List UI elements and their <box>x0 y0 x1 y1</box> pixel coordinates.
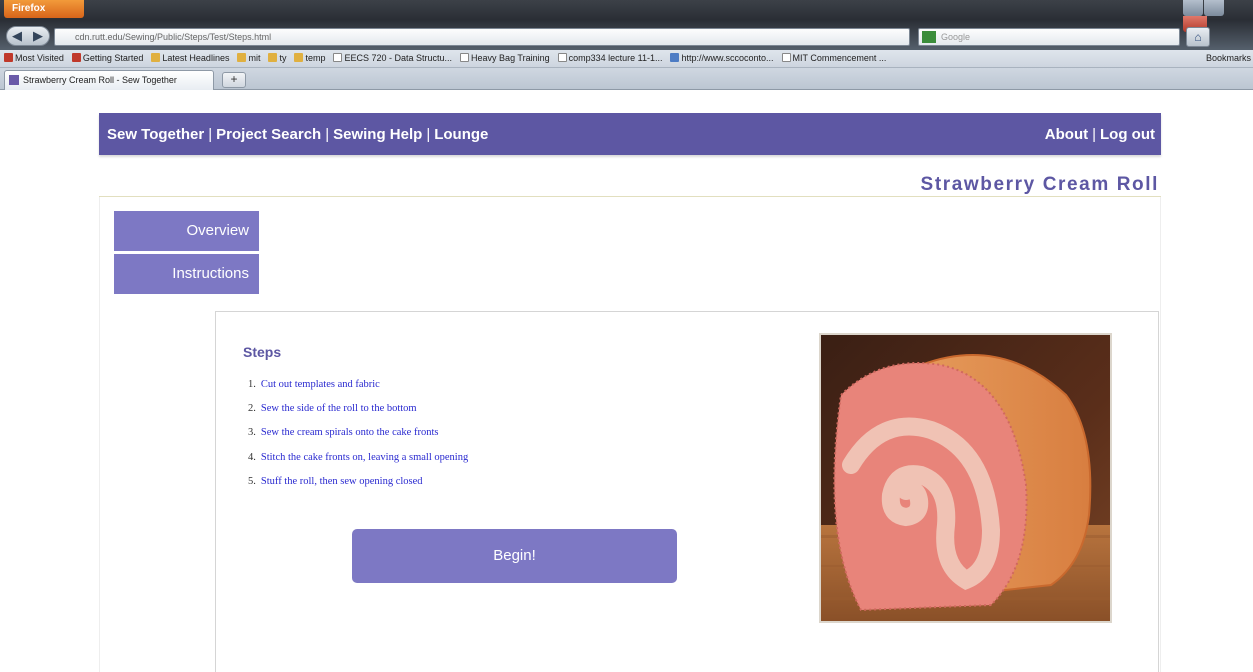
steps-list: 1. Cut out templates and fabric 2. Sew the … <box>248 379 468 500</box>
site-nav-bar: Sew Together | Project Search | Sewing Help |… <box>99 113 1161 155</box>
bookmark-label: Latest Headlines <box>162 53 230 63</box>
step-number: 3. <box>248 427 256 439</box>
bookmark-item[interactable]: Latest Headlines <box>147 50 233 63</box>
bookmarks-menu-button[interactable]: Bookmarks <box>1206 53 1251 63</box>
nav-link-sewing-help[interactable]: Sewing Help <box>333 126 422 143</box>
nav-separator: | <box>325 126 330 143</box>
step-text[interactable]: Stuff the roll, then sew opening closed <box>261 476 423 487</box>
minimize-button[interactable] <box>1183 0 1203 16</box>
step-item: 5. Stuff the roll, then sew opening close… <box>248 476 468 500</box>
project-title: Strawberry Cream Roll <box>920 174 1159 195</box>
bookmark-label: MIT Commencement ... <box>792 53 887 63</box>
bookmarks-toolbar: Most Visited Getting Started Latest Headli… <box>0 50 1253 68</box>
nav-link-project-search[interactable]: Project Search <box>216 126 321 143</box>
nav-link-lounge[interactable]: Lounge <box>434 126 488 143</box>
step-number: 2. <box>248 403 256 415</box>
bookmark-icon <box>4 53 13 62</box>
bookmark-icon <box>71 53 81 62</box>
step-number: 4. <box>248 451 256 463</box>
bookmark-item[interactable]: temp <box>290 50 329 63</box>
step-item: 1. Cut out templates and fabric <box>248 379 468 403</box>
globe-icon <box>670 53 680 62</box>
bookmark-item[interactable]: comp334 lecture 11-1... <box>554 50 667 63</box>
nav-separator: | <box>208 126 213 143</box>
step-number: 5. <box>248 475 256 487</box>
forward-arrow-icon[interactable]: ▶ <box>33 28 43 44</box>
address-url: cdn.rutt.edu/Sewing/Public/Steps/Test/St… <box>75 32 272 42</box>
begin-button[interactable]: Begin! <box>352 529 677 583</box>
search-bar[interactable]: Google <box>918 28 1180 46</box>
project-photo <box>819 333 1112 623</box>
bookmark-item[interactable]: Most Visited <box>0 50 68 63</box>
home-button[interactable]: ⌂ <box>1186 27 1210 47</box>
bookmark-item[interactable]: http://www.sccoconto... <box>666 50 777 63</box>
folder-icon <box>268 53 278 62</box>
bookmark-label: Getting Started <box>82 53 144 63</box>
nav-separator: | <box>1092 126 1097 143</box>
folder-icon <box>294 53 304 62</box>
step-text[interactable]: Sew the side of the roll to the bottom <box>261 403 417 414</box>
bookmark-label: Heavy Bag Training <box>471 53 550 63</box>
bookmark-item[interactable]: MIT Commencement ... <box>778 50 891 63</box>
firefox-menu-button[interactable]: Firefox <box>4 0 84 18</box>
tab-instructions[interactable]: Instructions <box>114 254 259 294</box>
folder-icon <box>237 53 247 62</box>
nav-separator: | <box>426 126 431 143</box>
back-arrow-icon[interactable]: ◀ <box>12 28 22 44</box>
bookmark-item[interactable]: ty <box>264 50 290 63</box>
page-icon <box>333 53 343 62</box>
page-icon <box>557 53 567 62</box>
bookmark-label: comp334 lecture 11-1... <box>568 53 663 63</box>
home-icon: ⌂ <box>1194 30 1202 44</box>
bookmark-label: http://www.sccoconto... <box>681 53 774 63</box>
step-item: 4. Stitch the cake fronts on, leaving a s… <box>248 452 468 476</box>
step-number: 1. <box>248 379 256 390</box>
steps-heading: Steps <box>243 344 282 360</box>
bookmark-item[interactable]: Getting Started <box>68 50 148 63</box>
tab-overview[interactable]: Overview <box>114 211 259 251</box>
nav-link-about[interactable]: About <box>1045 126 1088 143</box>
bookmark-label: temp <box>305 53 326 63</box>
browser-chrome: Firefox ◀ ▶ cdn.rutt.edu/Sewing/Public/S… <box>0 0 1253 50</box>
window-controls <box>1183 0 1249 32</box>
step-item: 2. Sew the side of the roll to the bottom <box>248 403 468 427</box>
bookmark-label: EECS 720 - Data Structu... <box>344 53 453 63</box>
bookmark-item[interactable]: Heavy Bag Training <box>456 50 554 63</box>
nav-left-links: Sew Together | Project Search | Sewing Help |… <box>107 126 488 143</box>
page-icon <box>781 53 791 62</box>
bookmark-label: mit <box>248 53 261 63</box>
step-item: 3. Sew the cream spirals onto the cake fr… <box>248 427 468 451</box>
tab-strip: Strawberry Cream Roll - Sew Together + <box>0 68 1253 90</box>
nav-right-links: About | Log out <box>1045 126 1155 143</box>
step-text[interactable]: Cut out templates and fabric <box>261 379 380 390</box>
new-tab-button[interactable]: + <box>222 72 246 88</box>
back-forward-buttons[interactable]: ◀ ▶ <box>6 26 50 46</box>
favicon-icon <box>9 75 19 85</box>
bookmark-item[interactable]: EECS 720 - Data Structu... <box>329 50 456 63</box>
bookmark-label: Most Visited <box>15 53 64 63</box>
search-placeholder: Google <box>941 32 971 42</box>
bookmark-item[interactable]: mit <box>233 50 264 63</box>
tab-title: Strawberry Cream Roll - Sew Together <box>23 75 177 85</box>
active-tab[interactable]: Strawberry Cream Roll - Sew Together <box>4 70 214 90</box>
search-engine-icon <box>922 31 936 43</box>
nav-link-log-out[interactable]: Log out <box>1100 126 1155 143</box>
address-bar[interactable]: cdn.rutt.edu/Sewing/Public/Steps/Test/St… <box>54 28 910 46</box>
page-icon <box>460 53 470 62</box>
step-text[interactable]: Sew the cream spirals onto the cake fron… <box>261 427 439 438</box>
step-text[interactable]: Stitch the cake fronts on, leaving a sma… <box>261 452 468 463</box>
bookmark-label: ty <box>279 53 287 63</box>
title-band: Strawberry Cream Roll <box>99 155 1161 197</box>
maximize-button[interactable] <box>1204 0 1224 16</box>
rss-icon <box>151 53 161 62</box>
nav-link-sew-together[interactable]: Sew Together <box>107 126 204 143</box>
